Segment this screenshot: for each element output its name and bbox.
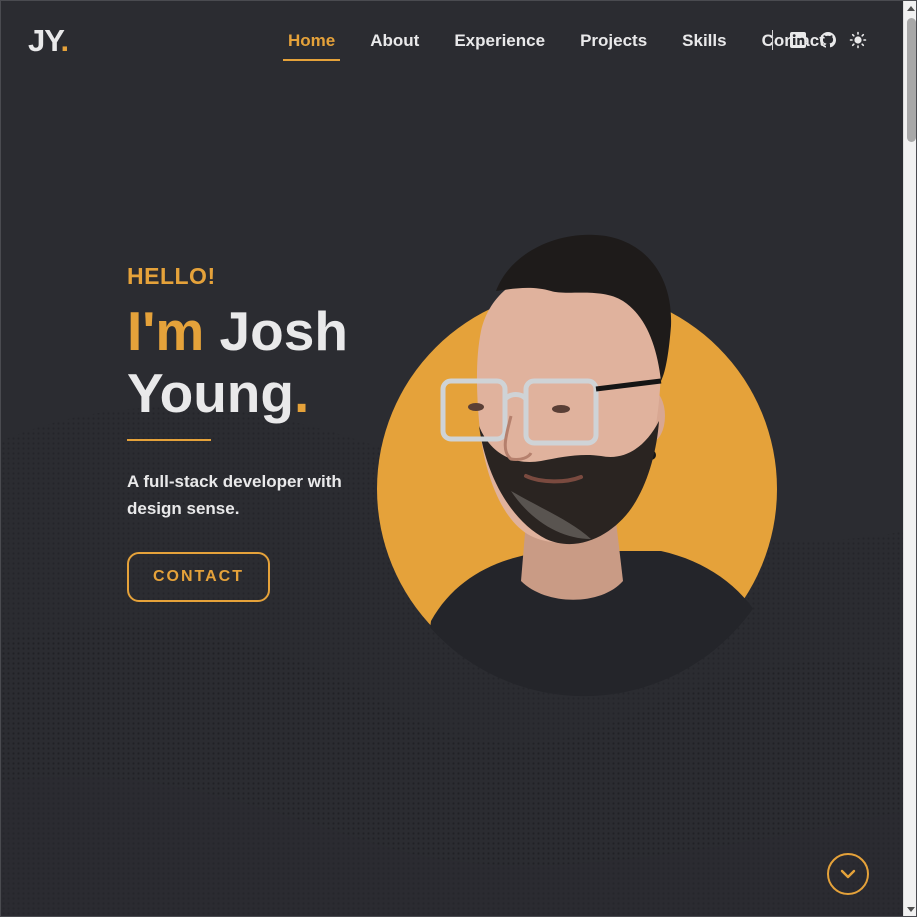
- chevron-down-icon: [840, 869, 856, 879]
- logo[interactable]: JY.: [28, 23, 69, 59]
- main-nav: Home About Experience Projects Skills Co…: [283, 29, 855, 61]
- github-icon[interactable]: [819, 31, 837, 49]
- scroll-up-arrow-icon[interactable]: [907, 6, 915, 11]
- scroll-down-arrow-icon[interactable]: [907, 907, 915, 912]
- headline-first-name: Josh: [219, 300, 348, 362]
- headline-last-name: Young: [127, 362, 294, 424]
- scroll-down-button[interactable]: [827, 853, 869, 895]
- headline-dot: .: [294, 362, 310, 424]
- headline-prefix: I'm: [127, 300, 205, 362]
- nav-item-experience[interactable]: Experience: [449, 29, 550, 61]
- logo-dot: .: [60, 23, 69, 58]
- nav-item-home[interactable]: Home: [283, 29, 341, 61]
- scrollbar-thumb[interactable]: [907, 18, 916, 142]
- linkedin-icon[interactable]: [789, 31, 807, 49]
- hero-divider: [127, 439, 211, 441]
- nav-item-about[interactable]: About: [365, 29, 424, 61]
- logo-text: JY: [28, 23, 61, 58]
- nav-item-skills[interactable]: Skills: [677, 29, 731, 61]
- hero-tagline: A full-stack developer with design sense…: [127, 472, 342, 518]
- page: JY. Home About Experience Projects Skill…: [0, 0, 917, 917]
- contact-button[interactable]: CONTACT: [127, 552, 270, 602]
- sun-icon[interactable]: [849, 31, 867, 49]
- nav-divider: [772, 30, 773, 50]
- hero-greeting: HELLO!: [127, 263, 216, 289]
- nav-item-projects[interactable]: Projects: [575, 29, 652, 61]
- hero-headline: I'm Josh Young.: [127, 300, 348, 424]
- page-scrollbar[interactable]: [903, 1, 916, 916]
- profile-photo: [377, 234, 781, 697]
